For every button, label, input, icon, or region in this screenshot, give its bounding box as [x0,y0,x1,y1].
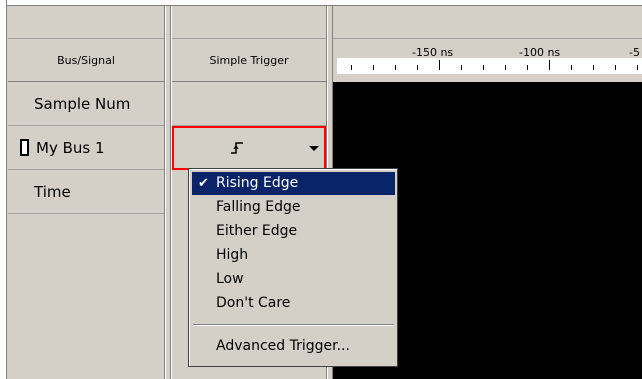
column-divider-highlight [165,6,166,379]
ruler-spacer [333,6,642,39]
time-label: Time [34,183,71,201]
ruler-tick [483,65,484,70]
ruler-tick [549,60,550,70]
ruler-tick [417,65,418,70]
bus-signal-header-cell: Bus/Signal [8,6,164,82]
row-time[interactable]: Time [8,170,164,214]
ruler-tick [615,65,616,70]
ruler-tick [395,65,396,70]
row-my-bus-1[interactable]: My Bus 1 [8,126,164,170]
menu-item-label: High [216,247,249,263]
menu-item-either-edge[interactable]: Either Edge [192,220,395,243]
ruler-tick [373,65,374,70]
ruler-tick [461,65,462,70]
ruler-tick [505,65,506,70]
ruler-track [337,58,642,74]
menu-item-label: Either Edge [216,223,298,239]
ruler-tick [351,65,352,70]
bus-label: My Bus 1 [36,139,105,157]
menu-item-label: Low [216,271,244,287]
menu-item-advanced-trigger[interactable]: Advanced Trigger... [192,335,395,358]
menu-item-rising-edge[interactable]: ✔ Rising Edge [192,172,395,195]
menu-item-label: Advanced Trigger... [216,338,350,354]
header-spacer [8,6,164,39]
bus-icon [20,139,29,156]
ruler-tick [593,65,594,70]
menu-item-low[interactable]: Low [192,268,395,291]
header-spacer [172,6,326,39]
rising-edge-icon [231,142,243,154]
trigger-row-sample-num [172,82,326,126]
ruler-tick [637,65,638,70]
ruler-tick [527,65,528,70]
trigger-dropdown-menu: ✔ Rising Edge Falling Edge Either Edge H… [188,168,398,367]
trigger-selector[interactable] [172,126,326,170]
menu-item-label: Rising Edge [216,175,299,191]
ruler-tick [571,65,572,70]
ruler-label: -150 ns [412,46,454,59]
menu-separator [193,324,394,326]
menu-item-label: Falling Edge [216,199,301,215]
menu-item-high[interactable]: High [192,244,395,267]
left-border [0,0,7,379]
simple-trigger-header[interactable]: Simple Trigger [172,39,326,83]
trigger-header-cell: Simple Trigger [172,6,326,82]
time-ruler[interactable]: -150 ns -100 ns -5 [333,6,642,82]
ruler-tick [439,60,440,70]
menu-item-falling-edge[interactable]: Falling Edge [192,196,395,219]
ruler-label: -100 ns [519,46,561,59]
bus-signal-header[interactable]: Bus/Signal [8,39,164,83]
menu-item-label: Don't Care [216,295,291,311]
check-icon: ✔ [198,176,209,191]
row-sample-num[interactable]: Sample Num [8,82,164,126]
chevron-down-icon[interactable] [309,146,319,151]
sample-num-label: Sample Num [34,95,131,113]
ruler-label: -5 [629,46,640,59]
menu-item-dont-care[interactable]: Don't Care [192,292,395,315]
